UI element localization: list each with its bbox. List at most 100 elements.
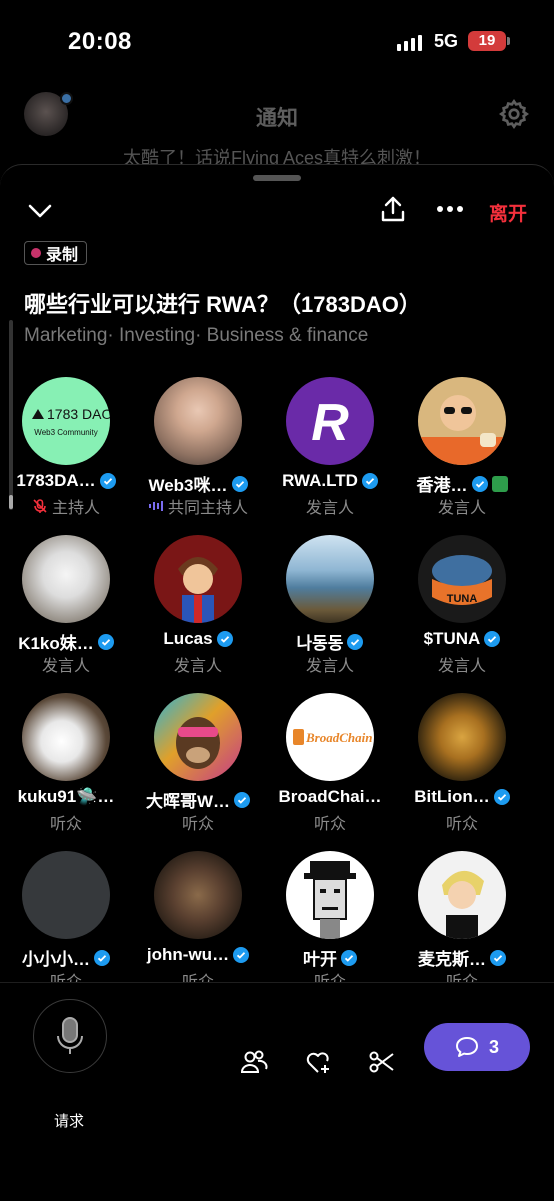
microphone-icon <box>57 1017 83 1054</box>
avatar <box>418 693 506 781</box>
participant-web3[interactable]: Web3咪… 共同主持人 <box>132 377 264 527</box>
drag-handle[interactable] <box>253 175 301 181</box>
verified-badge-icon <box>361 473 378 489</box>
participant-role: 发言人 <box>41 658 90 675</box>
participant-yekai[interactable]: 叶开 听众 <box>264 851 396 1001</box>
participant-k1ko[interactable]: K1ko妹… 发言人 <box>0 535 132 685</box>
verified-badge-icon <box>484 631 501 647</box>
avatar <box>22 851 110 939</box>
participant-1783dao[interactable]: 1783 DAO Web3 Community 1783DA… 主持人 <box>0 377 132 527</box>
avatar <box>286 535 374 623</box>
avatar <box>154 535 242 623</box>
participant-nadongdong[interactable]: 나동동 发言人 <box>264 535 396 685</box>
participant-maikesi[interactable]: 麦克斯… 听众 <box>396 851 528 1001</box>
participant-bitlion[interactable]: BitLion… 听众 <box>396 693 528 843</box>
participant-lucas[interactable]: Lucas 发言人 <box>132 535 264 685</box>
chevron-down-icon[interactable] <box>27 201 53 221</box>
avatar: BroadChain <box>286 693 374 781</box>
chat-bubble-icon <box>455 1037 478 1057</box>
recording-badge: 录制 <box>24 241 88 265</box>
participant-name: $TUNA <box>423 629 481 648</box>
ape-portrait <box>176 717 220 769</box>
participant-broadchain[interactable]: BroadChain BroadChai… 听众 <box>264 693 396 843</box>
participant-john-wu[interactable]: john-wu… 听众 <box>132 851 264 1001</box>
verified-badge-icon <box>99 473 116 489</box>
avatar: R <box>286 377 374 465</box>
people-icon[interactable] <box>240 1049 268 1075</box>
mic-muted-icon <box>33 499 47 513</box>
participant-name: 나동동 <box>296 634 344 653</box>
participant-dahuige[interactable]: 大晖哥W… 听众 <box>132 693 264 843</box>
speaking-wave-icon <box>148 501 163 511</box>
avatar <box>418 851 506 939</box>
avatar <box>418 377 506 465</box>
verified-badge-icon <box>97 633 114 650</box>
broadchain-logo: BroadChain <box>293 729 372 745</box>
verified-badge-icon <box>471 475 488 492</box>
bottom-bar: 请求 3 <box>0 982 554 1201</box>
participant-role: 发言人 <box>437 658 486 675</box>
background-title: 通知 <box>256 107 298 130</box>
verified-badge-icon <box>493 789 510 805</box>
avatar: TUNA <box>418 535 506 623</box>
verified-badge-icon <box>231 475 248 492</box>
verified-badge-icon <box>347 633 364 650</box>
participant-name: 大晖哥W… <box>145 792 231 811</box>
participant-role: 听众 <box>181 816 214 833</box>
avatar <box>22 693 110 781</box>
participant-kuku91[interactable]: kuku91🛸… 听众 <box>0 693 132 843</box>
verified-badge-icon <box>341 949 357 966</box>
cartoon-portrait <box>442 870 484 939</box>
participant-role: 共同主持人 <box>167 500 248 517</box>
avatar: 1783 DAO Web3 Community <box>22 377 110 465</box>
status-bar: 20:08 5G 19 <box>0 0 554 80</box>
participant-rwa-ltd[interactable]: R RWA.LTD 发言人 <box>264 377 396 527</box>
verified-badge-icon <box>94 949 110 966</box>
space-topics: Marketing· Investing· Business & finance <box>24 325 369 346</box>
space-title: 哪些行业可以进行 RWA？（1783DAO） <box>24 292 421 317</box>
participant-role: 发言人 <box>305 658 354 675</box>
participant-hongkong[interactable]: 香港… 发言人 <box>396 377 528 527</box>
verified-badge-icon <box>490 949 506 966</box>
participant-role: 听众 <box>445 816 478 833</box>
battery-tip <box>507 37 510 45</box>
cartoon-hero <box>178 557 218 623</box>
participant-name: 麦克斯… <box>418 950 486 969</box>
participant-name: 1783DA… <box>16 471 96 490</box>
participant-name: 香港… <box>416 476 468 495</box>
request-label: 请求 <box>53 1113 84 1130</box>
recording-label: 录制 <box>46 247 79 264</box>
participant-name: kuku91🛸… <box>17 787 115 806</box>
share-icon[interactable] <box>380 195 406 223</box>
svg-text:R: R <box>311 394 349 452</box>
verified-badge-icon <box>233 947 250 963</box>
avatar <box>22 535 110 623</box>
leave-button[interactable]: 离开 <box>489 199 527 226</box>
avatar <box>154 693 242 781</box>
heart-plus-icon[interactable] <box>305 1049 333 1075</box>
tuna-can-logo: TUNA <box>432 555 492 605</box>
participant-tuna[interactable]: TUNA $TUNA 发言人 <box>396 535 528 685</box>
affiliate-badge-icon <box>491 475 508 492</box>
gear-icon[interactable] <box>498 98 530 130</box>
participant-role: 听众 <box>313 816 346 833</box>
avatar <box>286 851 374 939</box>
clip-scissors-icon[interactable] <box>369 1050 395 1074</box>
verified-badge-icon <box>216 631 233 647</box>
chat-button[interactable]: 3 <box>424 1023 530 1071</box>
participant-name: RWA.LTD <box>282 471 358 490</box>
battery-icon: 19 <box>468 31 506 51</box>
participant-name: BroadChai… <box>278 787 382 806</box>
participant-xiaoxiao[interactable]: 小小小… 听众 <box>0 851 132 1001</box>
participant-name: BitLion… <box>414 787 490 806</box>
request-mic-button[interactable] <box>33 999 107 1073</box>
participant-name: Lucas <box>163 629 213 648</box>
participant-name: K1ko妹… <box>18 634 94 653</box>
recording-dot-icon <box>31 248 41 258</box>
participant-role: 发言人 <box>305 500 354 517</box>
svg-text:BroadChain: BroadChain <box>305 730 372 745</box>
participant-name: 叶开 <box>303 950 337 969</box>
more-options-icon[interactable] <box>436 205 464 213</box>
svg-text:1783 DAO: 1783 DAO <box>47 406 110 422</box>
avatar <box>154 377 242 465</box>
